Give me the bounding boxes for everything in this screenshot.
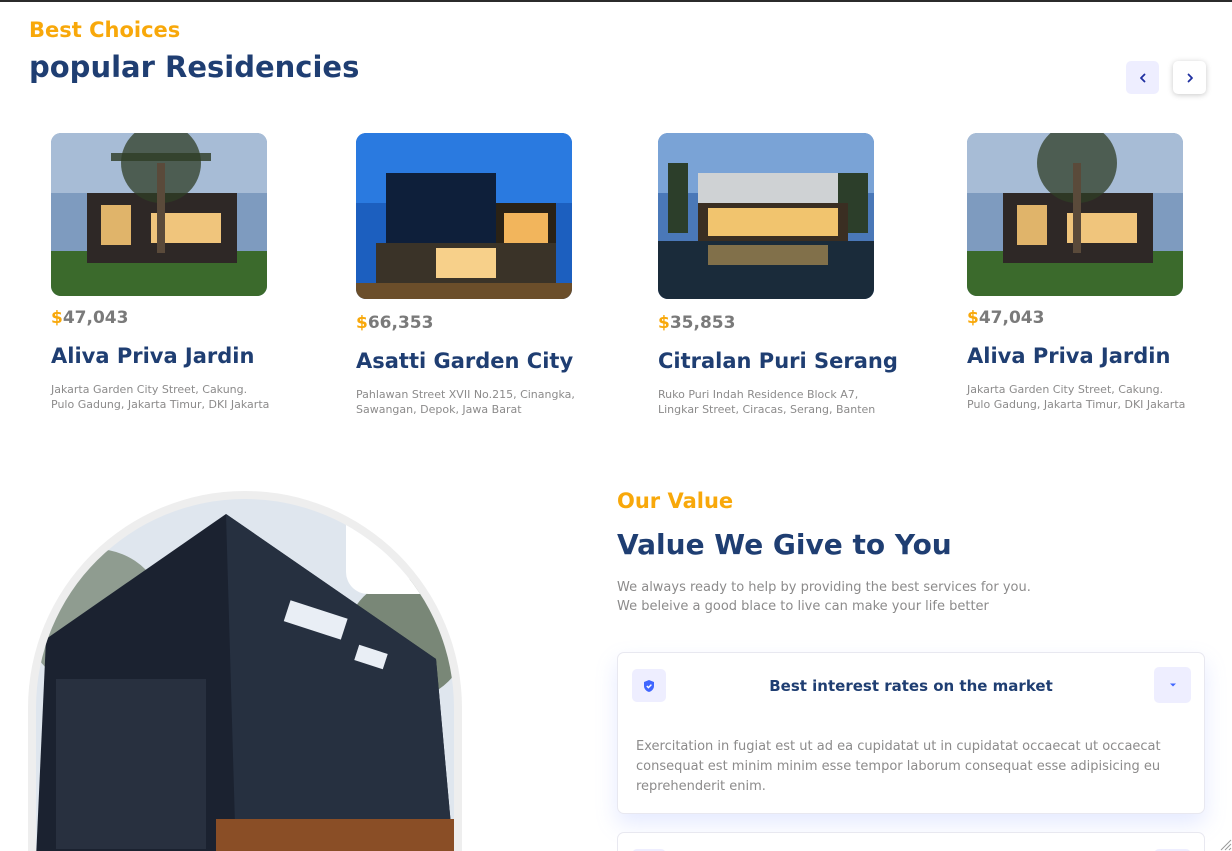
accordion-item[interactable] (617, 832, 1205, 851)
value-eyebrow: Our Value (617, 489, 734, 513)
residency-photo (967, 133, 1183, 296)
residency-price: $66,353 (356, 313, 434, 333)
residency-name: Aliva Priva Jardin (967, 344, 1171, 368)
residency-photo (51, 133, 267, 296)
residency-address: Ruko Puri Indah Residence Block A7, Ling… (658, 388, 876, 416)
value-description-line: We always ready to help by providing the… (617, 580, 1031, 595)
residency-address: Jakarta Garden City Street, Cakung. Pulo… (51, 383, 270, 411)
residency-name: Aliva Priva Jardin (51, 344, 255, 368)
residency-price: $47,043 (51, 308, 129, 328)
value-description-line: We beleive a good blace to live can make… (617, 599, 989, 614)
shield-check-icon (632, 669, 666, 702)
residency-card[interactable]: $47,043 Aliva Priva Jardin Jakarta Garde… (51, 133, 291, 412)
value-title: Value We Give to You (617, 528, 952, 561)
resize-grip-icon[interactable] (1218, 837, 1232, 851)
accordion-body: Exercitation in fugiat est ut ad ea cupi… (636, 739, 1161, 794)
residency-photo (356, 133, 572, 299)
residency-address: Pahlawan Street XVII No.215, Cinangka, S… (356, 388, 575, 416)
residency-photo (658, 133, 874, 299)
top-border (0, 0, 1232, 2)
residency-card[interactable]: $47,043 Aliva Priva Jardin Jakarta Garde… (967, 133, 1207, 412)
caret-down-icon (1169, 683, 1176, 687)
residency-card[interactable]: $66,353 Asatti Garden City Pahlawan Stre… (356, 133, 596, 417)
chevron-right-icon (1187, 73, 1193, 82)
accordion-toggle-button[interactable] (1154, 667, 1191, 703)
slider-next-button[interactable] (1173, 61, 1206, 94)
residency-price: $47,043 (967, 308, 1045, 328)
residency-address: Jakarta Garden City Street, Cakung. Pulo… (967, 383, 1186, 411)
accordion-item[interactable]: Best interest rates on the market Exerci… (617, 652, 1205, 814)
residency-name: Asatti Garden City (356, 349, 574, 373)
chevron-left-icon (1139, 73, 1145, 82)
slider-prev-button[interactable] (1126, 61, 1159, 94)
value-description: We always ready to help by providing the… (617, 578, 1031, 616)
accordion-title[interactable]: Best interest rates on the market (678, 677, 1144, 695)
residency-card[interactable]: $35,853 Citralan Puri Serang Ruko Puri I… (658, 133, 898, 417)
residency-name: Citralan Puri Serang (658, 349, 898, 373)
residencies-title: popular Residencies (29, 50, 360, 84)
residencies-eyebrow: Best Choices (29, 18, 181, 42)
residency-price: $35,853 (658, 313, 736, 333)
